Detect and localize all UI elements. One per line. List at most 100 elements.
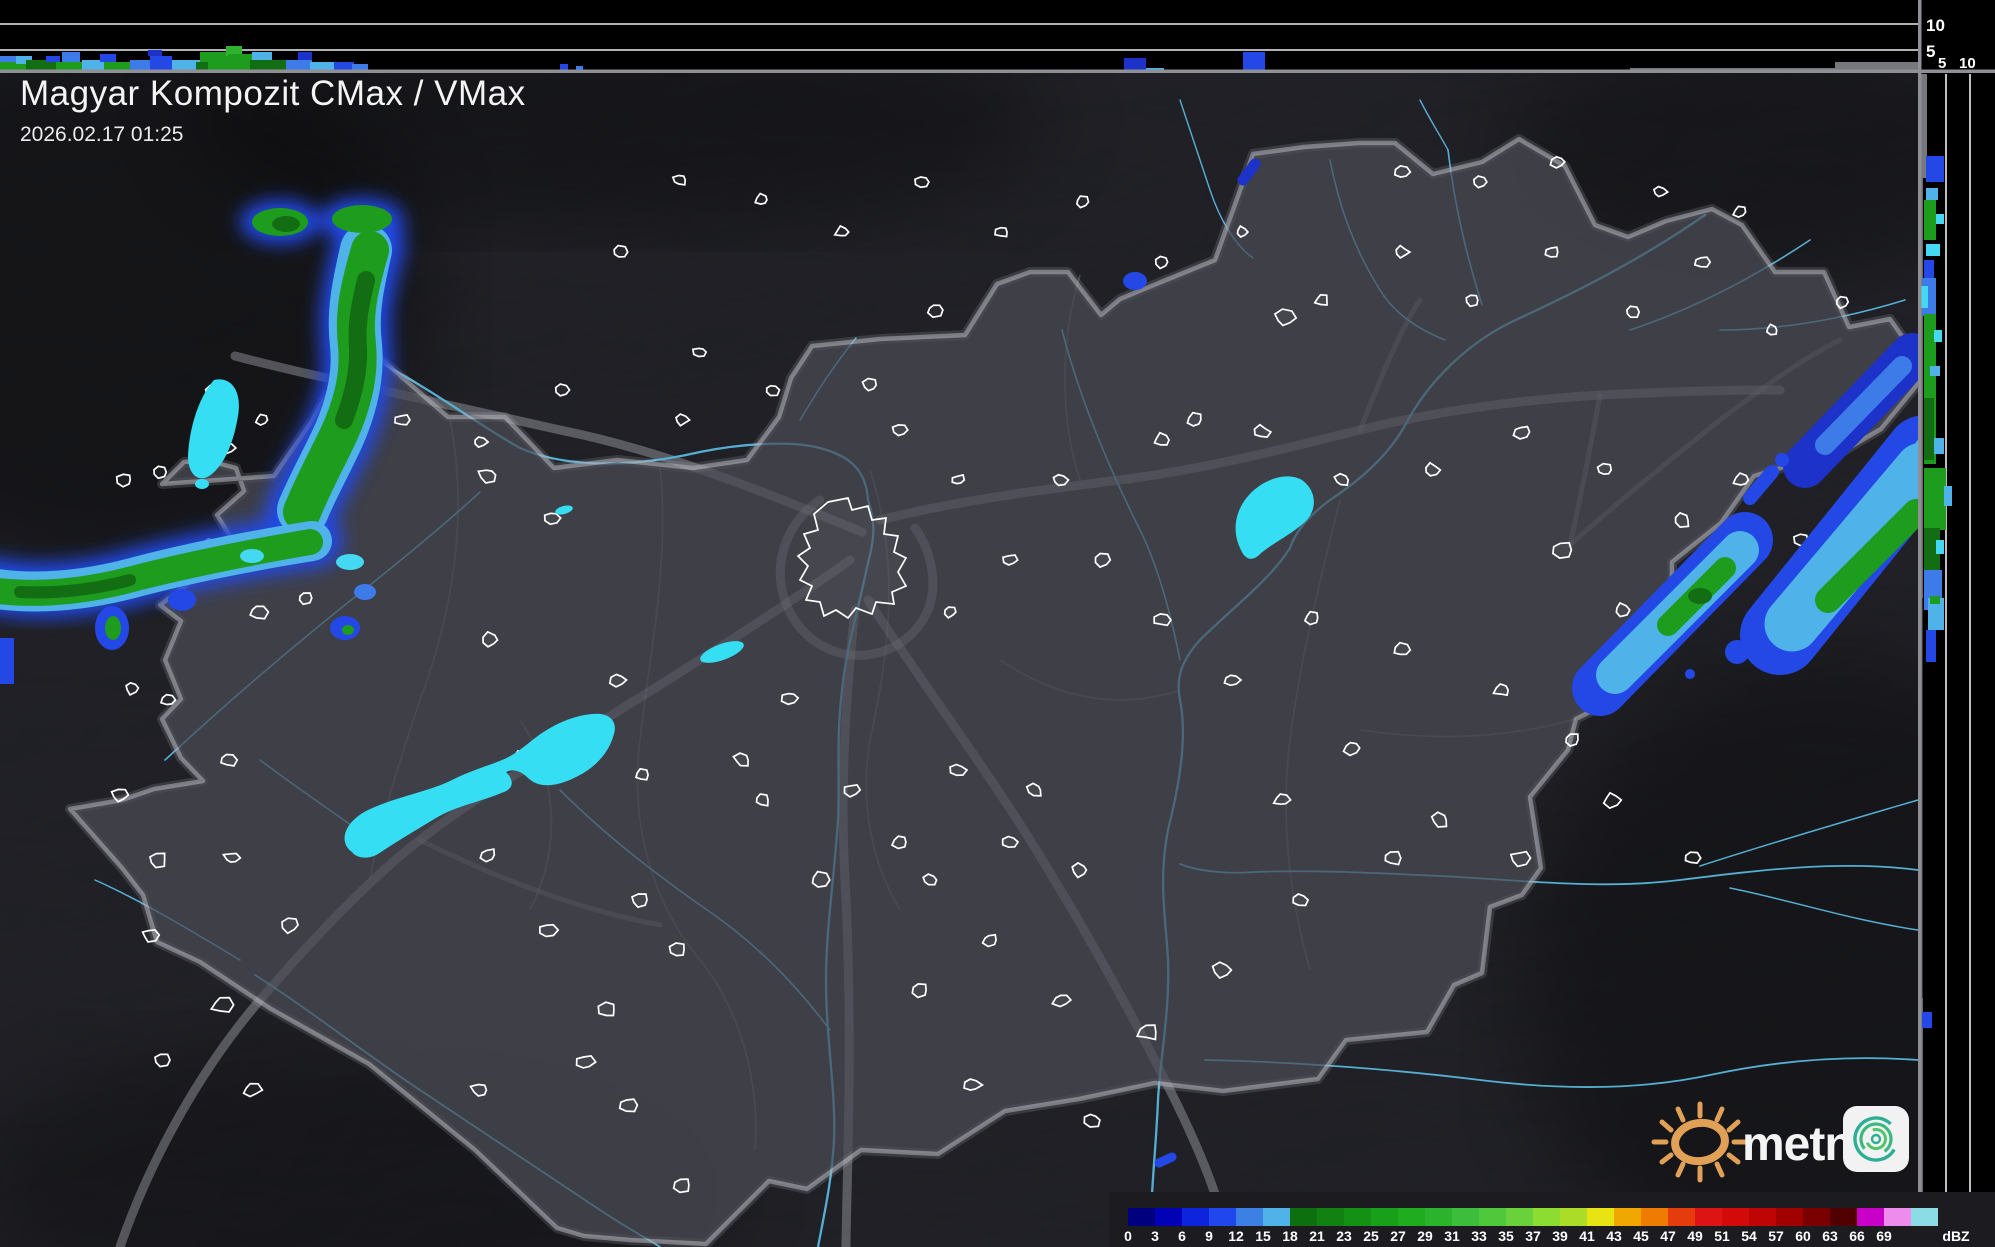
colorbar-step — [1479, 1208, 1506, 1226]
colorbar-step — [1560, 1208, 1587, 1226]
echo-pixel — [1926, 630, 1936, 662]
timestamp: 2026.02.17 01:25 — [20, 123, 184, 146]
colorbar-step — [1857, 1208, 1884, 1226]
town-outline — [668, 942, 685, 957]
town-outline — [153, 465, 168, 480]
town-outline — [613, 244, 629, 258]
radar-screenshot: 10 5 5 10 metnet Magyar Kompozit CMax / … — [0, 0, 1995, 1247]
town-outline — [911, 983, 927, 999]
vertical-separator — [1918, 0, 1922, 1247]
echo-pixel — [1936, 540, 1944, 554]
town-outline — [994, 226, 1008, 238]
echo-pixel — [1243, 52, 1265, 72]
colorbar-tick: 39 — [1552, 1228, 1568, 1244]
colorbar-tick: 31 — [1444, 1228, 1460, 1244]
echo-pixel — [1924, 200, 1936, 240]
town-outline — [1693, 256, 1712, 268]
echo-pixel — [1934, 330, 1942, 342]
echo-pixel — [148, 50, 162, 56]
colorbar-step — [1398, 1208, 1425, 1226]
colorbar-tick: 23 — [1336, 1228, 1352, 1244]
colorbar-tick: 29 — [1417, 1228, 1433, 1244]
colorbar-step — [1290, 1208, 1317, 1226]
colorbar-tick: 35 — [1498, 1228, 1514, 1244]
colorbar-step — [1533, 1208, 1560, 1226]
echo-pixel — [1922, 1012, 1932, 1028]
town-outline — [755, 793, 769, 807]
town-outline — [1674, 511, 1690, 528]
top-axis-label-10: 10 — [1926, 16, 1945, 35]
colorbar-tick: 0 — [1124, 1228, 1132, 1244]
town-outline — [393, 413, 411, 426]
colorbar-step — [1587, 1208, 1614, 1226]
echo-pixel — [1124, 58, 1146, 70]
echo-pixel — [0, 56, 16, 62]
colorbar-unit: dBZ — [1942, 1228, 1970, 1244]
echo-pixel — [1926, 244, 1940, 256]
town-outline — [1465, 294, 1479, 308]
colorbar-step — [1641, 1208, 1668, 1226]
colorbar-tick: 21 — [1309, 1228, 1325, 1244]
colorbar-step — [1830, 1208, 1857, 1226]
colorbar-step — [1209, 1208, 1236, 1226]
echo-pixel — [298, 52, 312, 60]
echo-pixel — [1924, 398, 1934, 460]
colorbar-tick: 41 — [1579, 1228, 1595, 1244]
echo-pixel — [1924, 260, 1934, 280]
echo-pixel — [1944, 486, 1952, 506]
town-outline — [115, 473, 132, 488]
echo-pixel — [1926, 156, 1944, 182]
colorbar-tick: 66 — [1849, 1228, 1865, 1244]
echo-pixel — [228, 54, 252, 72]
town-outline — [1626, 305, 1641, 319]
colorbar-step — [1911, 1208, 1938, 1226]
echo-pixel — [252, 52, 272, 60]
colorbar-step — [1425, 1208, 1452, 1226]
colorbar-tick: 18 — [1282, 1228, 1298, 1244]
horizontal-separator — [0, 69, 1995, 73]
app-icon — [1843, 1106, 1909, 1172]
echo-pixel — [46, 56, 60, 62]
colorbar-tick: 69 — [1876, 1228, 1892, 1244]
page-title: Magyar Kompozit CMax / VMax — [20, 74, 526, 113]
corner-bg — [1920, 0, 1995, 72]
right-profile-panel — [1920, 72, 1995, 1247]
colorbar-step — [1695, 1208, 1722, 1226]
colorbar-tick: 49 — [1687, 1228, 1703, 1244]
dbz-colorbar: 0 3 6 9 12 15 18 21 23 25 27 29 31 33 35 37 39 41 43 45 47 49… — [1109, 1192, 1995, 1247]
colorbar-tick: 6 — [1178, 1228, 1186, 1244]
colorbar-step — [1155, 1208, 1182, 1226]
colorbar-tick: 12 — [1228, 1228, 1244, 1244]
colorbar-tick: 27 — [1390, 1228, 1406, 1244]
town-outline — [1551, 541, 1573, 559]
colorbar-step — [1182, 1208, 1209, 1226]
town-outline — [1765, 323, 1778, 336]
town-outline — [1384, 850, 1402, 866]
colorbar-step — [1371, 1208, 1398, 1226]
colorbar-tick: 45 — [1633, 1228, 1649, 1244]
colorbar-tick: 51 — [1714, 1228, 1730, 1244]
lake-ferto-south — [195, 479, 209, 489]
colorbar-step — [1263, 1208, 1290, 1226]
echo-pixel — [1926, 188, 1938, 200]
echo-pixel — [1930, 366, 1940, 376]
town-outline — [1153, 613, 1172, 627]
town-outline — [765, 384, 781, 397]
colorbar-step — [1344, 1208, 1371, 1226]
colorbar-step — [1749, 1208, 1776, 1226]
colorbar-step — [1668, 1208, 1695, 1226]
colorbar-step — [1803, 1208, 1830, 1226]
town-outline — [154, 1053, 171, 1068]
echo-pixel — [100, 54, 116, 62]
colorbar-step — [1236, 1208, 1263, 1226]
town-outline — [691, 347, 708, 358]
colorbar-step — [1614, 1208, 1641, 1226]
header: Magyar Kompozit CMax / VMax 2026.02.17 0… — [20, 74, 526, 147]
echo-pixel — [1934, 438, 1944, 454]
colorbar-tick: 25 — [1363, 1228, 1379, 1244]
town-outline — [298, 592, 313, 606]
town-outline — [1565, 733, 1579, 747]
town-outline — [672, 1178, 690, 1194]
colorbar-tick: 47 — [1660, 1228, 1676, 1244]
corner-axis-box: 10 5 5 10 — [1920, 0, 1995, 72]
